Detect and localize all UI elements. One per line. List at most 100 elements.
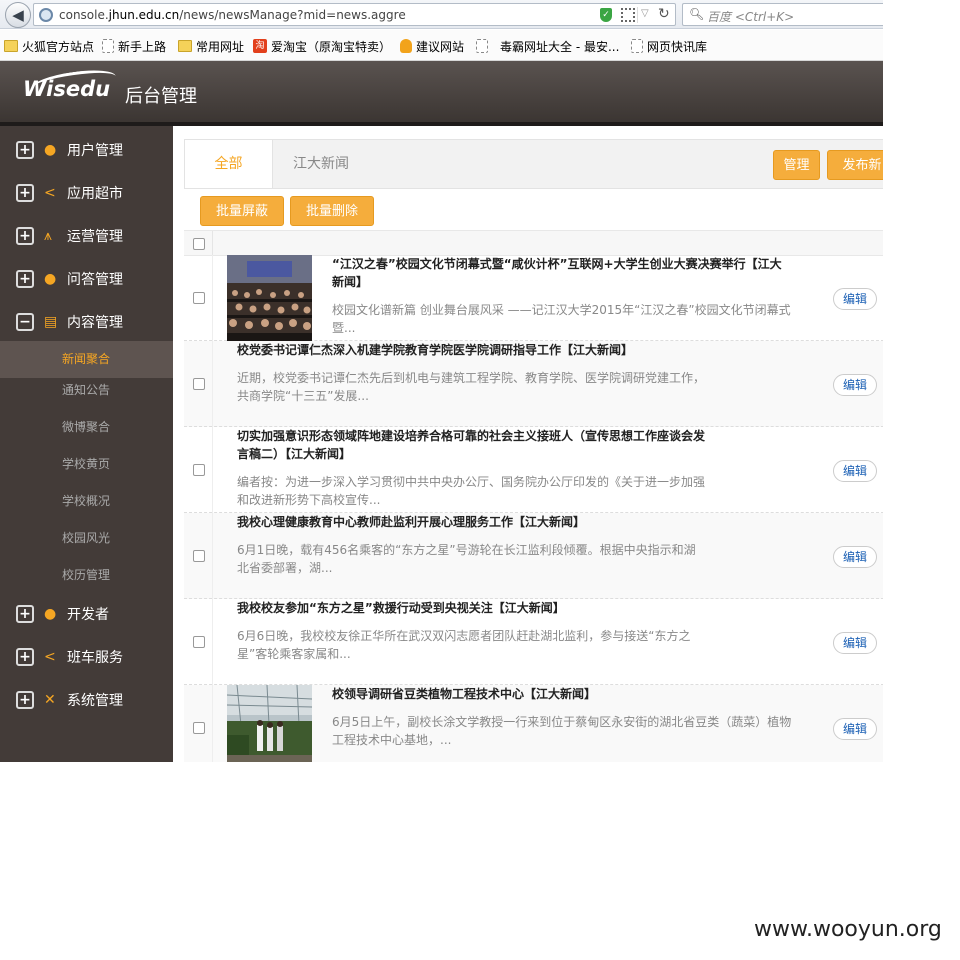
collapse-icon[interactable]: −	[16, 312, 34, 331]
row-checkbox[interactable]	[193, 550, 205, 562]
sidebar-item-user-management[interactable]: + ● 用户管理	[0, 128, 173, 171]
sidebar-subitem-notices[interactable]: 通知公告	[0, 372, 173, 409]
row-checkbox[interactable]	[193, 464, 205, 476]
url-prefix: console.	[59, 8, 109, 22]
folder-icon	[4, 40, 18, 52]
person-icon: ●	[44, 141, 57, 158]
bookmark-label: 火狐官方站点	[22, 39, 95, 54]
publish-button[interactable]: 发布新	[827, 150, 883, 180]
edit-button[interactable]: 编辑	[833, 460, 877, 482]
edit-button[interactable]: 编辑	[833, 632, 877, 654]
url-text[interactable]: console.jhun.edu.cn/news/newsManage?mid=…	[59, 8, 406, 22]
row-checkbox[interactable]	[193, 378, 205, 390]
bookmark-item[interactable]: 毒霸网址大全 - 最安...	[476, 38, 619, 54]
back-arrow-icon: ◀	[12, 6, 24, 24]
sidebar-subitem-calendar[interactable]: 校历管理	[0, 557, 173, 594]
news-title[interactable]: 校领导调研省豆类植物工程技术中心【江大新闻】	[332, 685, 792, 703]
expand-icon[interactable]: +	[16, 183, 34, 202]
page-icon	[102, 39, 114, 53]
sidebar-subitem-weibo[interactable]: 微博聚合	[0, 409, 173, 446]
sidebar-subitem-yellowpages[interactable]: 学校黄页	[0, 446, 173, 483]
sidebar-item-developer[interactable]: + ● 开发者	[0, 592, 173, 635]
sidebar-item-label: 用户管理	[67, 142, 123, 159]
bookmark-label: 新手上路	[118, 39, 167, 54]
edit-button[interactable]: 编辑	[833, 546, 877, 568]
sidebar-item-system[interactable]: + ✕ 系统管理	[0, 678, 173, 721]
search-box[interactable]: 🔍︎ 百度 <Ctrl+K>	[682, 3, 883, 26]
row-divider	[212, 599, 213, 685]
expand-icon[interactable]: +	[16, 269, 34, 288]
sidebar-item-qa[interactable]: + ● 问答管理	[0, 257, 173, 300]
news-summary: 校园文化谱新篇 创业舞台展风采 ——记江汉大学2015年“江汉之春”校园文化节闭…	[332, 303, 791, 335]
sidebar-item-label: 内容管理	[67, 314, 123, 331]
sidebar-subitem-overview[interactable]: 学校概况	[0, 483, 173, 520]
back-button[interactable]: ◀	[5, 2, 31, 28]
logo[interactable]: Wisedu	[23, 77, 110, 101]
news-thumbnail	[227, 685, 312, 762]
bookmark-item[interactable]: 淘爱淘宝（原淘宝特卖）	[253, 38, 391, 54]
batch-delete-button[interactable]: 批量删除	[290, 196, 374, 226]
bookmark-item[interactable]: 火狐官方站点	[4, 38, 94, 54]
news-summary: 6月1日晚，载有456名乘客的“东方之星”号游轮在长江监利段倾覆。根据中央指示和…	[237, 543, 696, 575]
news-summary: 近期，校党委书记谭仁杰先后到机电与建筑工程学院、教育学院、医学院调研党建工作，共…	[237, 371, 706, 403]
edit-button[interactable]: 编辑	[833, 718, 877, 740]
search-placeholder: 百度 <Ctrl+K>	[707, 10, 795, 24]
bookmark-label: 常用网址	[196, 39, 245, 54]
sidebar-item-content[interactable]: − ▤ 内容管理	[0, 300, 173, 343]
reload-icon[interactable]: ↻	[658, 6, 670, 22]
news-title[interactable]: 我校校友参加“东方之星”救援行动受到央视关注【江大新闻】	[237, 599, 797, 617]
bookmark-item[interactable]: 建议网站	[400, 38, 464, 54]
row-checkbox[interactable]	[193, 636, 205, 648]
expand-icon[interactable]: +	[16, 690, 34, 709]
person-icon: ●	[44, 270, 57, 287]
navigation-bar: ◀ console.jhun.edu.cn/news/newsManage?mi…	[0, 0, 883, 29]
edit-button[interactable]: 编辑	[833, 374, 877, 396]
share-icon: <	[44, 184, 56, 201]
row-checkbox[interactable]	[193, 292, 205, 304]
bookmark-item[interactable]: 常用网址	[178, 38, 244, 54]
bookmark-item[interactable]: 网页快讯库	[631, 38, 707, 54]
row-divider	[212, 685, 213, 762]
row-checkbox[interactable]	[193, 722, 205, 734]
page-icon	[476, 39, 488, 53]
dropdown-icon[interactable]: ▽	[641, 8, 649, 19]
manage-button[interactable]: 管理	[773, 150, 820, 180]
batch-hide-button[interactable]: 批量屏蔽	[200, 196, 284, 226]
news-title[interactable]: “江汉之春”校园文化节闭幕式暨“咸伙计杯”互联网+大学生创业大赛决赛举行【江大新…	[332, 255, 792, 291]
chart-icon: ⩚	[44, 227, 52, 244]
bulb-icon	[400, 39, 412, 53]
bookmark-label: 网页快讯库	[647, 39, 708, 54]
url-path: /news/newsManage?mid=news.aggre	[179, 8, 406, 22]
news-title[interactable]: 我校心理健康教育中心教师赴监利开展心理服务工作【江大新闻】	[237, 513, 797, 531]
expand-icon[interactable]: +	[16, 604, 34, 623]
row-divider	[212, 427, 213, 513]
tab-jianghan-news[interactable]: 江大新闻	[293, 140, 349, 188]
sidebar-subitem-scenery[interactable]: 校园风光	[0, 520, 173, 557]
url-domain: jhun.edu.cn	[108, 8, 180, 22]
sidebar-item-label: 班车服务	[67, 649, 123, 666]
expand-icon[interactable]: +	[16, 226, 34, 245]
bookmark-item[interactable]: 新手上路	[102, 38, 166, 54]
select-all-checkbox[interactable]	[193, 238, 205, 250]
search-icon: 🔍︎	[689, 7, 705, 21]
sidebar-item-operations[interactable]: + ⩚ 运营管理	[0, 214, 173, 257]
watermark: www.wooyun.org	[754, 917, 942, 942]
security-shield-icon[interactable]: ✓	[600, 8, 612, 22]
table-header	[184, 230, 883, 256]
tab-all[interactable]: 全部	[185, 140, 273, 188]
expand-icon[interactable]: +	[16, 647, 34, 666]
bookmark-label: 爱淘宝（原淘宝特卖）	[271, 39, 392, 54]
news-title[interactable]: 切实加强意识形态领域阵地建设培养合格可靠的社会主义接班人（宣传思想工作座谈会发言…	[237, 427, 707, 463]
qr-code-icon[interactable]	[621, 8, 635, 22]
sidebar-item-shuttle[interactable]: + < 班车服务	[0, 635, 173, 678]
app-header: Wisedu 后台管理	[0, 61, 883, 123]
address-bar[interactable]: console.jhun.edu.cn/news/newsManage?mid=…	[33, 3, 676, 26]
tab-bar: 全部 江大新闻 管理 发布新	[184, 139, 883, 189]
sidebar-item-app-market[interactable]: + < 应用超市	[0, 171, 173, 214]
news-title[interactable]: 校党委书记谭仁杰深入机建学院教育学院医学院调研指导工作【江大新闻】	[237, 341, 797, 359]
expand-icon[interactable]: +	[16, 140, 34, 159]
news-thumbnail	[227, 255, 312, 341]
sidebar: + ● 用户管理 + < 应用超市 + ⩚ 运营管理 + ● 问答管理 − ▤ …	[0, 126, 173, 762]
edit-button[interactable]: 编辑	[833, 288, 877, 310]
address-divider	[637, 7, 638, 23]
